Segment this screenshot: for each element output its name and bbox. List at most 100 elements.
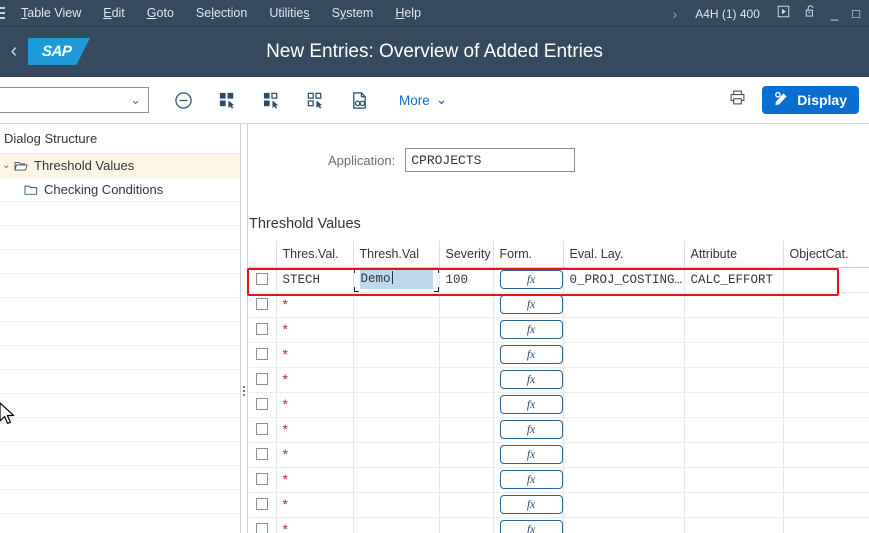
menu-item-system[interactable]: System xyxy=(321,0,385,27)
cell-evallay[interactable] xyxy=(563,492,685,518)
cell-threshval[interactable] xyxy=(353,342,440,368)
application-input[interactable] xyxy=(405,148,576,172)
variant-dropdown[interactable]: ⌄ xyxy=(0,87,149,113)
threshval-input[interactable]: Demo xyxy=(359,270,433,289)
cell-evallay[interactable] xyxy=(563,342,685,368)
row-checkbox-cell[interactable] xyxy=(249,442,277,468)
cell-thresval[interactable]: * xyxy=(276,392,354,418)
menu-item-table-view[interactable]: Table View xyxy=(10,0,92,27)
row-checkbox[interactable] xyxy=(256,498,269,511)
delete-row-button[interactable] xyxy=(167,85,199,115)
cell-form[interactable]: fx xyxy=(493,392,564,418)
formula-button[interactable]: fx xyxy=(499,370,562,389)
formula-button[interactable]: fx xyxy=(499,345,562,364)
cell-attribute[interactable] xyxy=(684,517,784,533)
cell-form[interactable]: fx xyxy=(493,292,564,318)
cell-attribute[interactable] xyxy=(684,467,784,493)
cell-thresval[interactable]: * xyxy=(276,292,354,318)
panel-splitter[interactable] xyxy=(241,124,248,533)
cell-objectcat[interactable] xyxy=(783,442,869,468)
select-block-icon[interactable] xyxy=(255,85,287,115)
table-row[interactable]: * fx xyxy=(249,517,869,533)
cell-threshval[interactable] xyxy=(353,417,440,443)
cell-evallay[interactable] xyxy=(563,467,685,493)
cell-objectcat[interactable] xyxy=(783,492,869,518)
formula-button[interactable]: fx xyxy=(499,445,562,464)
cell-objectcat[interactable] xyxy=(783,392,869,418)
back-button[interactable]: ‹ xyxy=(0,40,28,63)
cell-evallay[interactable] xyxy=(563,292,685,318)
row-checkbox-cell[interactable] xyxy=(249,342,277,368)
cell-objectcat[interactable] xyxy=(783,467,869,493)
row-checkbox[interactable] xyxy=(256,323,269,336)
formula-button[interactable]: fx xyxy=(499,470,562,489)
cell-evallay[interactable] xyxy=(563,417,685,443)
cell-severity[interactable] xyxy=(439,367,494,393)
cell-thresval[interactable]: STECH xyxy=(276,267,354,293)
cell-threshval[interactable] xyxy=(353,392,440,418)
row-checkbox[interactable] xyxy=(256,523,269,533)
hamburger-icon[interactable] xyxy=(0,7,10,19)
row-checkbox[interactable] xyxy=(256,398,269,411)
sidebar-item-threshold-values[interactable]: ⌄ Threshold Values xyxy=(0,154,240,178)
cell-threshval[interactable] xyxy=(353,292,440,318)
cell-threshval[interactable] xyxy=(353,317,440,343)
row-checkbox[interactable] xyxy=(256,298,269,311)
table-row[interactable]: * fx xyxy=(249,317,869,343)
table-row[interactable]: * fx xyxy=(249,467,869,493)
deselect-all-icon[interactable] xyxy=(299,85,331,115)
cell-attribute[interactable] xyxy=(684,292,784,318)
cell-form[interactable]: fx xyxy=(493,367,564,393)
unlocked-icon[interactable] xyxy=(797,0,824,27)
table-row[interactable]: STECH Demo 100 fx 0_PROJ_COSTING… CALC_E… xyxy=(249,267,869,293)
cell-thresval[interactable]: * xyxy=(276,517,354,533)
row-checkbox-cell[interactable] xyxy=(249,367,277,393)
maximize-icon[interactable]: □ xyxy=(845,0,867,27)
cell-attribute[interactable] xyxy=(684,417,784,443)
cell-severity[interactable] xyxy=(439,467,494,493)
cell-form[interactable]: fx xyxy=(493,317,564,343)
row-checkbox-cell[interactable] xyxy=(249,292,277,318)
more-button[interactable]: More ⌄ xyxy=(399,92,447,108)
cell-objectcat[interactable] xyxy=(783,317,869,343)
menu-item-goto[interactable]: Goto xyxy=(136,0,185,27)
cell-attribute[interactable] xyxy=(684,367,784,393)
cell-evallay[interactable] xyxy=(563,317,685,343)
column-header-evallay[interactable]: Eval. Lay. xyxy=(563,241,685,268)
cell-attribute[interactable] xyxy=(684,492,784,518)
column-header-attribute[interactable]: Attribute xyxy=(684,241,784,268)
cell-objectcat[interactable] xyxy=(783,367,869,393)
column-header-threshval[interactable]: Thresh.Val xyxy=(353,241,440,268)
cell-objectcat[interactable] xyxy=(783,267,869,293)
column-header-thresval[interactable]: Thres.Val. xyxy=(276,241,354,268)
cell-thresval[interactable]: * xyxy=(276,467,354,493)
cell-threshval[interactable] xyxy=(353,442,440,468)
cell-evallay[interactable] xyxy=(563,367,685,393)
row-checkbox-cell[interactable] xyxy=(249,492,277,518)
cell-severity[interactable] xyxy=(439,517,494,533)
row-checkbox[interactable] xyxy=(256,423,269,436)
chevron-right-icon[interactable]: › xyxy=(665,6,686,22)
cell-objectcat[interactable] xyxy=(783,342,869,368)
table-row[interactable]: * fx xyxy=(249,442,869,468)
cell-evallay[interactable] xyxy=(563,392,685,418)
cell-attribute[interactable] xyxy=(684,342,784,368)
formula-button[interactable]: fx xyxy=(499,320,562,339)
table-row[interactable]: * fx xyxy=(249,292,869,318)
cell-severity[interactable] xyxy=(439,317,494,343)
table-row[interactable]: * fx xyxy=(249,367,869,393)
column-header-select[interactable] xyxy=(249,241,277,268)
table-row[interactable]: * fx xyxy=(249,342,869,368)
column-header-objectcat[interactable]: ObjectCat. xyxy=(783,241,869,268)
cell-attribute[interactable]: CALC_EFFORT xyxy=(684,267,784,293)
cell-evallay[interactable] xyxy=(563,517,685,533)
row-checkbox-cell[interactable] xyxy=(249,467,277,493)
row-checkbox-cell[interactable] xyxy=(249,517,277,533)
cell-objectcat[interactable] xyxy=(783,292,869,318)
cell-form[interactable]: fx xyxy=(493,517,564,533)
cell-attribute[interactable] xyxy=(684,317,784,343)
cell-thresval[interactable]: * xyxy=(276,492,354,518)
cell-thresval[interactable]: * xyxy=(276,442,354,468)
document-lookup-icon[interactable] xyxy=(343,85,375,115)
cell-severity[interactable] xyxy=(439,417,494,443)
